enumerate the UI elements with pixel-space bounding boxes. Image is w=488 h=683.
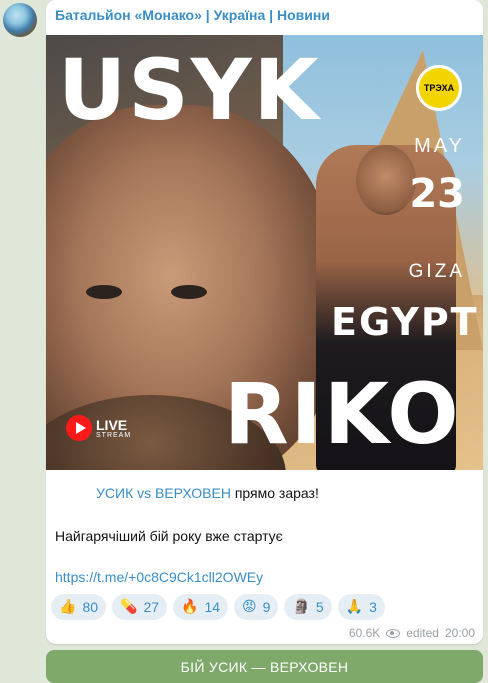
message-hashtag-link[interactable]: УСИК vs ВЕРХОВЕН [96,485,231,501]
eye-left [86,285,122,299]
message-line-1-rest: прямо зараз! [230,485,319,501]
reaction-moai[interactable]: 🗿 5 [284,594,332,620]
reaction-count: 3 [369,599,377,615]
reactions-bar: 👍 80 💊 27 🔥 14 😡 9 🗿 5 🙏 3 [51,594,385,620]
reaction-count: 5 [315,599,324,615]
poster-bottom-word: RIKO [224,365,461,463]
message-time: 20:00 [444,626,475,640]
message-line-2: Найгарячіший бій року вже стартує [55,528,283,544]
reaction-angry[interactable]: 😡 9 [234,594,279,620]
poster-month: MAY [414,135,465,157]
boxer-head-graphic [356,145,416,215]
reaction-pill[interactable]: 💊 27 [112,594,168,620]
live-stream-badge: LIVE STREAM [66,415,131,441]
message-line-1: УСИК vs ВЕРХОВЕН прямо зараз! [96,485,319,501]
poster-location-word: EGYPT [331,300,479,344]
message-meta: 60.6K edited 20:00 [349,626,475,640]
stream-label: STREAM [96,431,132,439]
reaction-count: 9 [262,599,271,615]
edited-label: edited [406,626,439,640]
reaction-fire[interactable]: 🔥 14 [173,594,229,620]
play-icon [66,415,92,441]
fire-icon: 🔥 [181,599,199,615]
broadcaster-logo: ТРЭХА [416,65,462,111]
reaction-count: 14 [204,599,221,615]
reaction-count: 80 [82,599,99,615]
pill-icon: 💊 [120,599,138,615]
reaction-pray[interactable]: 🙏 3 [337,594,385,620]
poster-city: GIZA [408,261,465,282]
message-bubble: Батальйон «Монако» | Україна | Новини US… [46,0,483,644]
channel-avatar[interactable] [3,3,37,37]
poster-image[interactable]: USYK EGYPT RIKO ТРЭХА MAY 23 GIZA LIVE S… [46,35,483,470]
views-eye-icon [386,628,401,638]
inline-url-button[interactable]: БІЙ УСИК — ВЕРХОВЕН [46,650,483,683]
reaction-thumbs-up[interactable]: 👍 80 [51,594,107,620]
poster-top-word: USYK [58,41,321,139]
view-count: 60.6K [348,626,381,640]
reaction-count: 27 [143,599,160,615]
thumbs-up-icon: 👍 [59,599,77,615]
eye-right [171,285,207,299]
praying-hands-icon: 🙏 [345,599,364,615]
message-url-link[interactable]: https://t.me/+0c8C9Ck1cll2OWEy [55,569,263,585]
channel-name[interactable]: Батальйон «Монако» | Україна | Новини [55,7,330,23]
live-label: LIVE [96,416,128,433]
poster-day: 23 [409,171,465,217]
angry-face-icon: 😡 [242,599,257,615]
moai-icon: 🗿 [292,599,310,615]
